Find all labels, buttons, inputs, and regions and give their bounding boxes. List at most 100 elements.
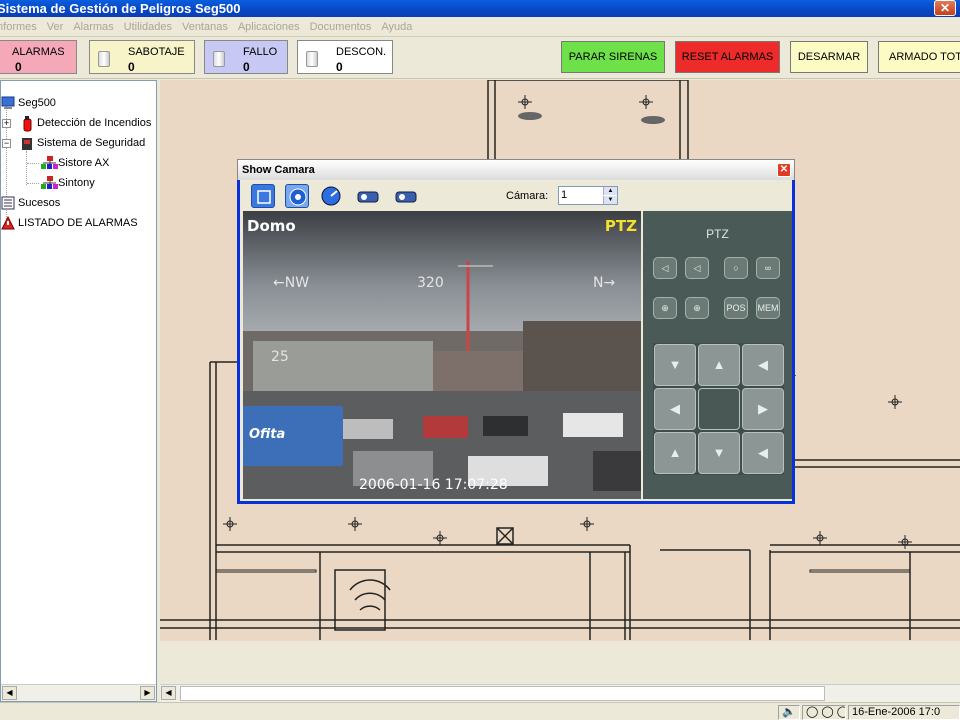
datetime: 16-Ene-2006 17:0 [848, 705, 960, 720]
zoom-in-icon[interactable]: ◁ [685, 257, 709, 279]
spin-up-icon[interactable]: ▲ [603, 187, 617, 195]
tilt-up-icon[interactable]: ▲ [698, 344, 740, 386]
sabotaje-label: SABOTAJE [128, 46, 185, 58]
spin-down-icon[interactable]: ▼ [603, 196, 617, 204]
fallo-count: 0 [243, 60, 250, 74]
pos-button[interactable]: POS [724, 297, 748, 319]
alarmas-counter[interactable]: ALARMAS 0 [0, 40, 77, 74]
tree-item-label: Seg500 [18, 97, 56, 109]
tree-item-sintony[interactable]: Sintony [41, 174, 95, 192]
menu-utilidades[interactable]: Utilidades [119, 17, 177, 37]
close-icon[interactable]: ✕ [777, 163, 791, 177]
armado-total-button[interactable]: ARMADO TOTAL [878, 41, 960, 73]
tilt-down-icon[interactable]: ▼ [698, 432, 740, 474]
menu-ayuda[interactable]: Ayuda [376, 17, 417, 37]
zoom-out-icon[interactable]: ◁ [653, 257, 677, 279]
tree-item-label: Sucesos [18, 197, 61, 209]
tree-item-label: LISTADO DE ALARMAS [18, 217, 138, 229]
menu-alarmas[interactable]: Alarmas [68, 17, 118, 37]
compass-right-overlay: N→ [593, 275, 616, 291]
menu-documentos[interactable]: Documentos [305, 17, 377, 37]
app-window: Sistema de Gestión de Peligros Seg500 ✕ … [0, 0, 960, 720]
menu-informes[interactable]: Informes [0, 17, 42, 37]
scrollbar-thumb[interactable] [180, 686, 825, 701]
tree-item-label: Detección de Incendios [37, 117, 152, 129]
sensor-icon [98, 51, 110, 67]
dialog-title: Show Camara ✕ [237, 159, 795, 180]
menu-ver[interactable]: Ver [42, 17, 69, 37]
expand-icon[interactable]: + [2, 119, 11, 128]
dialog-title-text: Show Camara [242, 164, 315, 176]
camera-label: Cámara: [506, 190, 549, 202]
iris-close-icon[interactable]: ⊕ [653, 297, 677, 319]
focus-near-icon[interactable]: ○ [724, 257, 748, 279]
iris-open-icon[interactable]: ⊕ [685, 297, 709, 319]
collapse-icon[interactable]: − [2, 139, 11, 148]
sensor-icon [306, 51, 318, 67]
camera-name-overlay: Domo [247, 217, 296, 235]
speed-icon[interactable] [319, 184, 343, 208]
mem-button[interactable]: MEM [756, 297, 780, 319]
tree-item-listado[interactable]: LISTADO DE ALARMAS [1, 214, 138, 232]
tree-item-label: Sistore AX [58, 157, 110, 169]
toolbar: ALARMAS 0 SABOTAJE 0 FALLO 0 DESCON. 0 P… [0, 37, 960, 79]
speaker-icon[interactable]: 🔈 [778, 705, 800, 720]
descon-label: DESCON. [336, 46, 387, 58]
title-bar: Sistema de Gestión de Peligros Seg500 ✕ [0, 0, 960, 17]
heading-overlay: 320 [417, 275, 444, 291]
tree-panel: Seg500 + Detección de Incendios − Sistem… [0, 80, 157, 702]
network-icon [41, 156, 58, 170]
tree-item-seg500[interactable]: Seg500 [1, 94, 56, 112]
stop-icon[interactable] [251, 184, 275, 208]
fallo-label: FALLO [243, 46, 278, 58]
sensor-icon [213, 51, 225, 67]
menu-aplicaciones[interactable]: Aplicaciones [233, 17, 305, 37]
tree-item-incendios[interactable]: Detección de Incendios [20, 114, 151, 132]
reset-alarmas-button[interactable]: RESET ALARMAS [675, 41, 780, 73]
pan-down-left-icon[interactable]: ▲ [654, 432, 696, 474]
desarmar-button[interactable]: DESARMAR [790, 41, 868, 73]
camera-number-spinner[interactable]: 1 ▲ ▼ [558, 186, 618, 205]
video-frame [243, 211, 641, 499]
ptz-control-panel: PTZ ◁ ◁ ○ ∞ ⊕ ⊕ POS MEM ▼ ▲ ◀ ◀ ▶ ▲ ▼ ◀ [643, 211, 792, 499]
tree-item-label: Sintony [58, 177, 95, 189]
menu-ventanas[interactable]: Ventanas [177, 17, 233, 37]
descon-counter[interactable]: DESCON. 0 [297, 40, 393, 74]
pan-right-icon[interactable]: ▶ [742, 388, 784, 430]
tree-connector [27, 183, 39, 184]
tree-connector [26, 151, 27, 185]
timestamp-overlay: 2006-01-16 17:07:28 [359, 477, 508, 493]
pan-left-icon[interactable]: ◀ [654, 388, 696, 430]
camera-right-icon[interactable] [393, 184, 417, 208]
parar-sirenas-button[interactable]: PARAR SIRENAS [561, 41, 665, 73]
plan-margin [160, 641, 960, 684]
tree-item-seguridad[interactable]: Sistema de Seguridad [20, 134, 145, 152]
window-title: Sistema de Gestión de Peligros Seg500 [0, 1, 241, 16]
tree-item-sistore[interactable]: Sistore AX [41, 154, 109, 172]
tree-item-label: Sistema de Seguridad [37, 137, 146, 149]
focus-far-icon[interactable]: ∞ [756, 257, 780, 279]
pan-up-right-icon[interactable]: ◀ [742, 344, 784, 386]
tree-connector [27, 163, 39, 164]
pan-up-left-icon[interactable]: ▼ [654, 344, 696, 386]
security-system-icon [20, 136, 34, 151]
camera-video-feed[interactable]: Domo PTZ ←NW 320 N→ 25 Ofita 2006-01-16 … [243, 211, 641, 499]
sabotaje-count: 0 [128, 60, 135, 74]
sensor-marker [518, 95, 532, 109]
sabotaje-counter[interactable]: SABOTAJE 0 [89, 40, 195, 74]
scroll-left-icon[interactable]: ◀ [2, 686, 17, 700]
camera-left-icon[interactable] [355, 184, 379, 208]
list-icon [1, 196, 15, 210]
plan-horizontal-scrollbar[interactable]: ◀ [160, 684, 960, 702]
pan-down-right-icon[interactable]: ◀ [742, 432, 784, 474]
ptz-title: PTZ [706, 227, 729, 241]
close-icon[interactable]: ✕ [934, 0, 956, 16]
descon-count: 0 [336, 60, 343, 74]
fallo-counter[interactable]: FALLO 0 [204, 40, 288, 74]
tree-horizontal-scrollbar[interactable]: ◀ ▶ [1, 684, 156, 701]
ptz-direction-pad: ▼ ▲ ◀ ◀ ▶ ▲ ▼ ◀ [653, 343, 784, 475]
tree-item-sucesos[interactable]: Sucesos [1, 194, 60, 212]
scroll-left-icon[interactable]: ◀ [161, 686, 176, 700]
ptz-icon[interactable] [285, 184, 309, 208]
scroll-right-icon[interactable]: ▶ [140, 686, 155, 700]
